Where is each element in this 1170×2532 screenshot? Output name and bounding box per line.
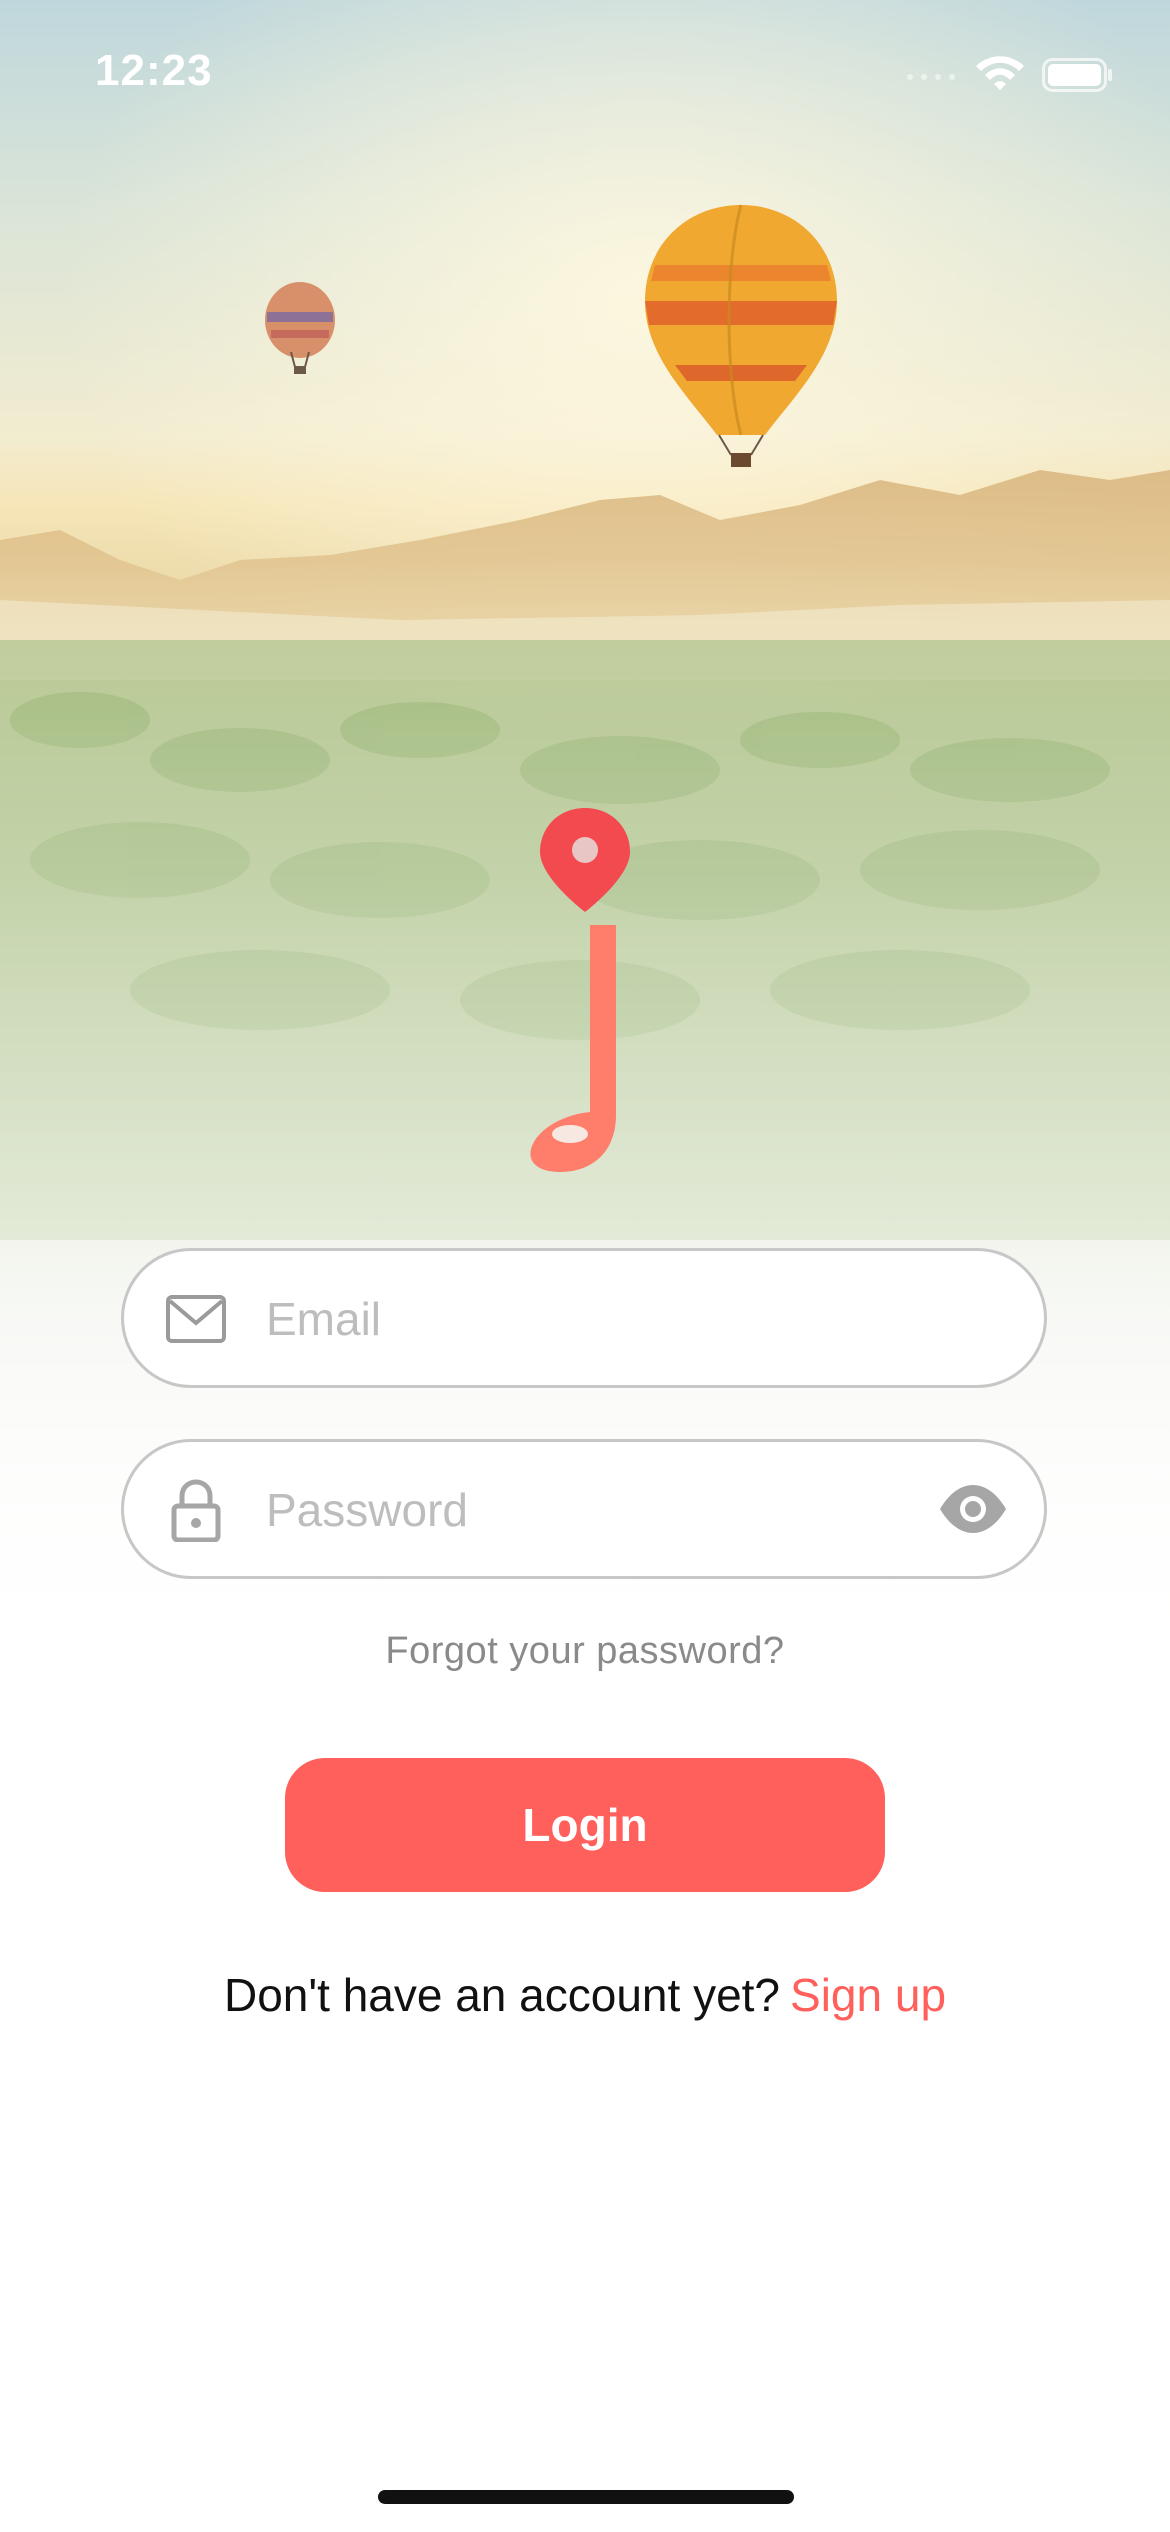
wifi-icon [976,56,1024,90]
lock-icon [171,1479,221,1542]
cellular-signal-icon [907,74,955,80]
email-field[interactable] [121,1248,1047,1388]
home-indicator [378,2490,794,2504]
battery-icon [1042,58,1112,92]
email-input[interactable] [264,1251,908,1387]
login-button[interactable]: Login [285,1758,885,1892]
signup-prompt-text: Don't have an account yet? [223,1969,781,2021]
app-logo [530,808,630,1172]
status-time: 12:23 [95,46,213,95]
signup-prompt-row: Don't have an account yet? Sign up [0,1968,1170,2022]
password-input[interactable] [264,1442,908,1578]
forgot-password-link[interactable]: Forgot your password? [0,1630,1170,1673]
status-bar: 12:23 [0,0,1170,140]
password-field[interactable] [121,1439,1047,1579]
eye-icon[interactable] [938,1482,1008,1536]
signup-link[interactable]: Sign up [790,1969,946,2021]
envelope-icon [166,1295,226,1343]
